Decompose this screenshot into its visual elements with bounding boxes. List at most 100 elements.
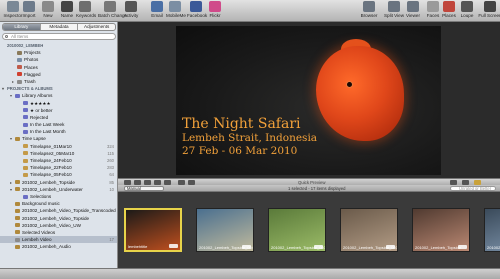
split-view-button[interactable]: Split View <box>382 1 406 22</box>
tree-item[interactable]: Photos <box>0 56 117 63</box>
disclosure-closed-icon[interactable]: ▸ <box>10 179 12 186</box>
tree-item[interactable]: Flagged <box>0 71 117 78</box>
aperture-window: Inspector Import New Name Keywords Batch Chan… <box>0 0 500 279</box>
batch-change-button[interactable]: Batch Change <box>98 1 127 22</box>
tree-item[interactable]: ▾ Time Lapse <box>0 135 117 142</box>
flickr-icon <box>209 1 221 12</box>
tree-item[interactable]: ▸ 201002_Lembeh_Topside 85 <box>0 179 117 186</box>
disclosure-open-icon[interactable]: ▾ <box>10 92 12 99</box>
places-button[interactable]: Places <box>440 1 458 22</box>
tree-item[interactable]: Timelapse2_05Mar10 115 <box>0 150 117 157</box>
tree-item[interactable]: Timelapse_05Feb10 64 <box>0 171 117 178</box>
item-count: 115 <box>107 150 114 156</box>
tab-adjustments[interactable]: Adjustments <box>78 24 115 30</box>
viewer-button[interactable]: Viewer <box>404 1 422 22</box>
tab-metadata[interactable]: Metadata <box>41 24 79 30</box>
name-button[interactable]: Name <box>58 1 76 22</box>
tree-item[interactable]: Places <box>0 64 117 71</box>
title-caption: The Night Safari Lembeh Strait, Indonesi… <box>182 116 317 158</box>
tree-item[interactable]: In the Last Month <box>0 128 117 135</box>
main-photo[interactable]: The Night Safari Lembeh Strait, Indonesi… <box>176 26 441 175</box>
filmstrip-thumbnail[interactable]: 201002_Lembeh_Topside <box>412 208 470 252</box>
video-badge-icon <box>242 245 251 249</box>
tree-item[interactable]: ★ or better <box>0 107 117 114</box>
tree-item[interactable]: 201002_Lembeh_Audio <box>0 243 117 250</box>
caption-location: Lembeh Strait, Indonesia <box>182 132 318 144</box>
item-count: 10 <box>109 186 114 192</box>
item-count: 85 <box>109 179 114 185</box>
frogfish-eye <box>346 81 353 88</box>
full-screen-button[interactable]: Full Screen <box>478 1 500 22</box>
tree-item[interactable]: Background music <box>0 200 117 207</box>
toolbar-label: Keywords <box>76 13 97 18</box>
tree-item[interactable]: Lembeh Video 17 <box>0 236 117 244</box>
keywords-button[interactable]: Keywords <box>76 1 97 22</box>
tree-item-label: Trash <box>24 78 36 84</box>
tree-item-label: Timelapse2_05Mar10 <box>30 150 75 156</box>
browser-toolbar: Quick Preview <box>118 178 500 185</box>
tree-item[interactable]: Timelapse_22Feb10 283 <box>0 164 117 171</box>
activity-button[interactable]: Activity <box>122 1 140 22</box>
places-icon <box>443 1 455 12</box>
import-icon <box>23 1 35 12</box>
tree-item[interactable]: 201002_Lembeh_Video_Topside <box>0 215 117 222</box>
tree-item[interactable]: 201002_Lembeh_Video_Topside_Transcoded <box>0 207 117 214</box>
tree-item[interactable]: Selected Videos <box>0 229 117 236</box>
disclosure-open-icon[interactable]: ▾ <box>2 85 4 92</box>
toolbar-label: Split View <box>383 13 405 18</box>
facebook-icon <box>190 1 202 12</box>
tree-section-header[interactable]: 2010002_LEMBEH <box>0 42 117 49</box>
disclosure-open-icon[interactable]: ▾ <box>10 135 12 142</box>
album-icon <box>15 93 20 98</box>
tree-item[interactable]: ★★★★★ <box>0 100 117 107</box>
flickr-button[interactable]: Flickr <box>206 1 224 22</box>
facebook-button[interactable]: Facebook <box>187 1 207 22</box>
toolbar-label: Flickr <box>209 13 221 18</box>
import-button[interactable]: Import <box>20 1 38 22</box>
tree-item[interactable]: Timelapse_01Mar10 324 <box>0 143 117 150</box>
tree-item[interactable]: ▾ 201002_Lembeh_Underwater 10 <box>0 186 117 193</box>
tree-item[interactable]: Rejected <box>0 114 117 121</box>
filmstrip-thumbnail[interactable]: lembehtitle <box>124 208 182 252</box>
tree-item-label: Library Albums <box>22 93 53 99</box>
mobileme-button[interactable]: MobileMe <box>166 1 186 22</box>
tree-item[interactable]: ▾ Library Albums <box>0 92 117 99</box>
album-icon <box>17 50 22 55</box>
library-search-input[interactable]: All Items <box>2 33 116 40</box>
filmstrip-thumbnail[interactable]: 201002_Lembeh_Topside_0036 <box>268 208 326 252</box>
tab-library[interactable]: Library <box>3 24 41 30</box>
tree-item[interactable]: Projects <box>0 49 117 56</box>
filter-input[interactable]: Unrated or Better <box>450 186 496 191</box>
tree-item-label: Rejected <box>30 114 49 120</box>
viewer-icon <box>407 1 419 12</box>
tree-section-header[interactable]: ▾ PROJECTS & ALBUMS <box>0 85 117 92</box>
filmstrip-thumbnail[interactable]: 201002_Lembeh_Topside_0037 <box>340 208 398 252</box>
library-tree: 2010002_LEMBEH Projects Photos Places Flagge… <box>0 42 117 250</box>
album-icon <box>23 172 28 177</box>
activity-icon <box>125 1 137 12</box>
filmstrip: lembehtitle 201002_Lembeh_Topside_0048 201… <box>118 192 500 268</box>
tree-item[interactable]: 201002_Lembeh_Video_UW <box>0 222 117 229</box>
album-icon <box>15 244 20 249</box>
email-button[interactable]: Email <box>148 1 166 22</box>
item-count: 324 <box>107 143 114 149</box>
tree-item[interactable]: In the Last Week <box>0 121 117 128</box>
browser-button[interactable]: Browser <box>360 1 378 22</box>
album-icon <box>15 137 20 142</box>
album-icon <box>15 230 20 235</box>
item-count: 283 <box>107 165 114 171</box>
disclosure-open-icon[interactable]: ▾ <box>10 186 12 193</box>
tree-item[interactable]: ▸ Trash <box>0 78 117 85</box>
new-icon <box>42 1 54 12</box>
thumbnail-label: 201002_Lembeh_Topside <box>415 245 462 250</box>
tree-item-label: 201002_Lembeh_Video_Topside_Transcoded <box>22 208 116 214</box>
album-icon <box>15 180 20 185</box>
filmstrip-thumbnail[interactable]: 201002_Lembeh_Topside <box>484 208 500 252</box>
new-button[interactable]: New <box>39 1 57 22</box>
loupe-button[interactable]: Loupe <box>458 1 476 22</box>
tree-item[interactable]: Timelapse_24Feb10 260 <box>0 157 117 164</box>
filmstrip-thumbnail[interactable]: 201002_Lembeh_Topside_0048 <box>196 208 254 252</box>
disclosure-closed-icon[interactable]: ▸ <box>12 78 14 85</box>
tree-item[interactable]: Selections <box>0 193 117 200</box>
sort-select[interactable]: Manual <box>124 186 164 191</box>
